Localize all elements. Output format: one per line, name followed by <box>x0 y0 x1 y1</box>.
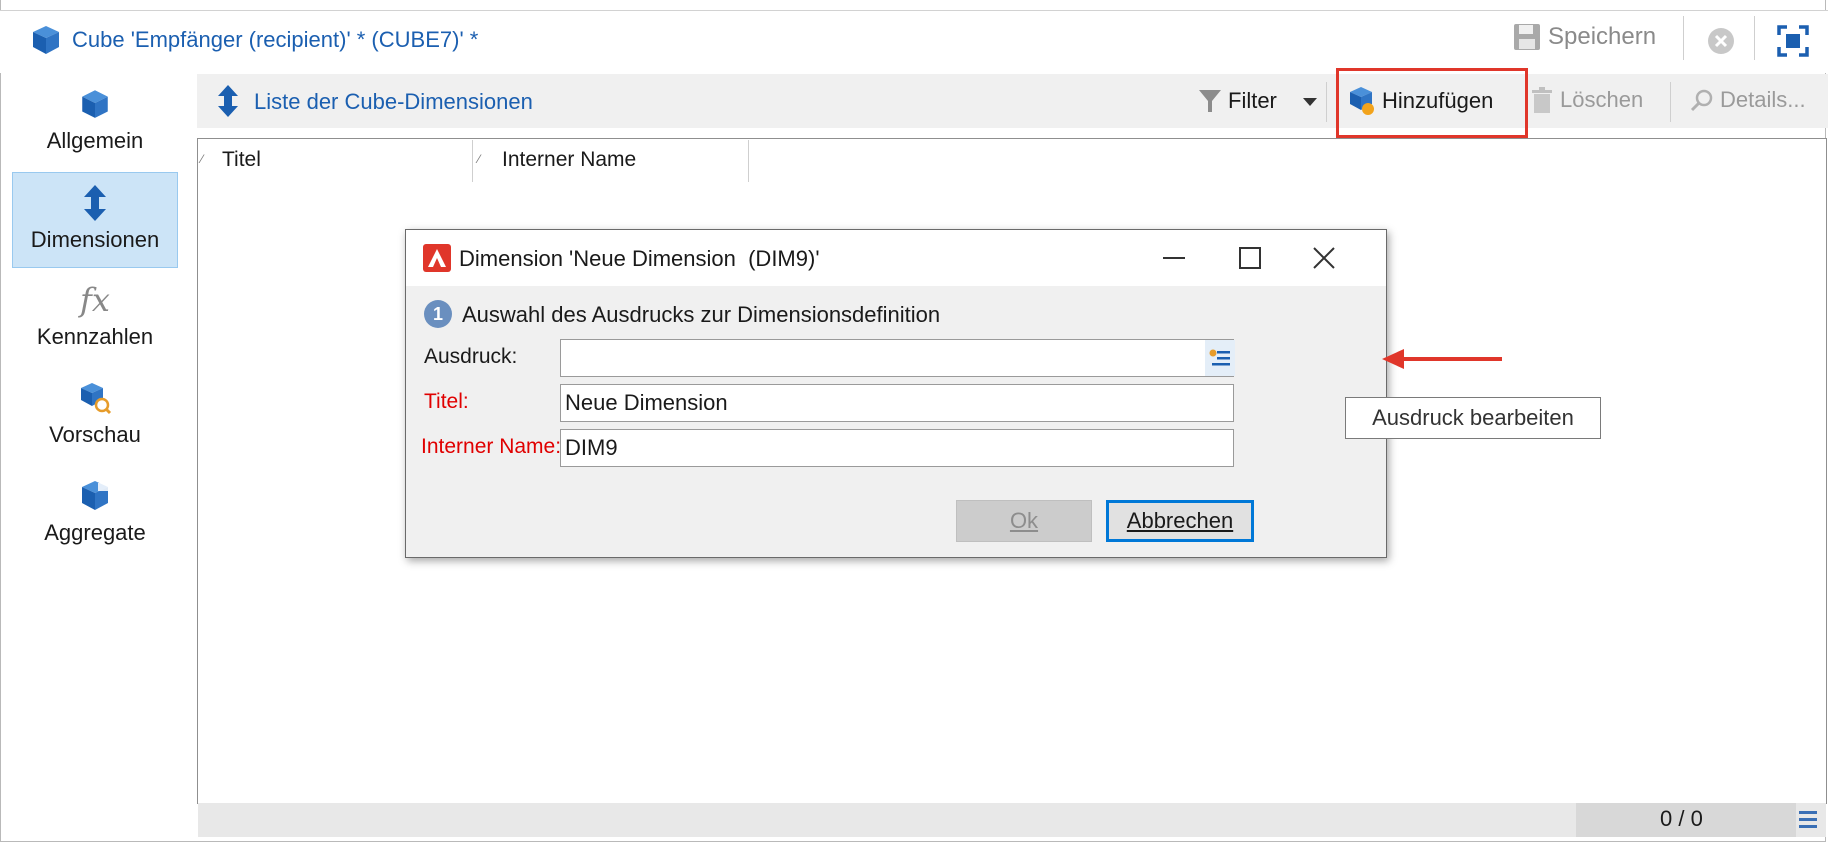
dialog-title: Dimension 'Neue Dimension (DIM9)' <box>459 246 820 271</box>
close-circle-icon[interactable] <box>1706 26 1736 56</box>
add-label: Hinzufügen <box>1382 88 1494 113</box>
chevron-down-icon[interactable] <box>1302 97 1318 107</box>
updown-arrow-icon <box>84 185 106 221</box>
save-button[interactable]: Speichern <box>1512 22 1656 52</box>
maximize-window-icon <box>1239 247 1261 269</box>
maximize-button[interactable] <box>1222 238 1278 278</box>
nav-item-vorschau[interactable]: Vorschau <box>12 378 178 448</box>
cube-aggregate-icon <box>82 481 108 510</box>
nav-item-aggregate[interactable]: Aggregate <box>12 476 178 546</box>
floppy-disk-icon <box>1514 24 1540 50</box>
nav-item-kennzahlen[interactable]: fx Kennzahlen <box>12 280 178 350</box>
toolbar-separator <box>1754 16 1755 60</box>
internal-name-field[interactable]: DIM9 <box>560 429 1234 467</box>
nav-label: Vorschau <box>49 422 141 447</box>
title-label: Titel: <box>424 390 469 413</box>
nav-label: Allgemein <box>46 128 144 153</box>
maximize-icon[interactable] <box>1776 24 1810 58</box>
cube-search-icon <box>81 383 112 415</box>
column-divider[interactable] <box>472 140 473 182</box>
fx-icon: fx <box>80 281 110 319</box>
toolbar-separator <box>1670 82 1671 122</box>
dimension-dialog: Dimension 'Neue Dimension (DIM9)' 1 Ausw… <box>405 229 1387 558</box>
toolbar-separator <box>1683 16 1684 60</box>
record-count: 0 / 0 <box>1660 806 1703 831</box>
nav-item-allgemein[interactable]: Allgemein <box>12 84 178 154</box>
sort-indicator: ⁄ <box>478 152 481 166</box>
delete-label: Löschen <box>1560 87 1644 112</box>
edit-expression-icon <box>1209 349 1230 366</box>
save-button-label: Speichern <box>1548 23 1657 50</box>
nav-label: Dimensionen <box>30 227 160 252</box>
step-number-badge: 1 <box>424 300 452 328</box>
sort-indicator: ⁄ <box>201 152 204 166</box>
list-title: Liste der Cube-Dimensionen <box>254 89 533 114</box>
column-divider[interactable] <box>748 140 749 182</box>
cancel-button[interactable]: Abbrechen <box>1106 500 1254 542</box>
nav-label: Kennzahlen <box>36 324 154 349</box>
updown-arrow-icon <box>218 85 238 117</box>
adobe-app-icon <box>423 244 451 272</box>
minimize-icon <box>1163 257 1185 259</box>
cancel-button-label: Abbrechen <box>1126 508 1234 533</box>
cube-icon <box>82 90 108 118</box>
add-button[interactable]: Hinzufügen <box>1348 86 1493 116</box>
nav-item-dimensionen[interactable]: Dimensionen <box>12 172 178 268</box>
window-title: Cube 'Empfänger (recipient)' * (CUBE7)' … <box>72 27 479 52</box>
search-icon <box>1690 89 1713 112</box>
step-description: Auswahl des Ausdrucks zur Dimensionsdefi… <box>462 302 941 327</box>
ok-button[interactable]: Ok <box>956 500 1092 542</box>
details-label: Details... <box>1720 87 1806 112</box>
column-header-interner-name[interactable]: Interner Name <box>502 148 636 172</box>
filter-funnel-icon <box>1199 90 1221 112</box>
details-button[interactable]: Details... <box>1690 87 1806 113</box>
delete-button[interactable]: Löschen <box>1530 86 1643 114</box>
cube-icon <box>33 26 59 54</box>
menu-icon[interactable] <box>1798 808 1818 830</box>
expression-field[interactable] <box>560 339 1234 377</box>
expression-label: Ausdruck: <box>424 345 518 368</box>
title-field[interactable]: Neue Dimension <box>560 384 1234 422</box>
internal-name-label: Interner Name: <box>421 435 562 458</box>
column-header-titel[interactable]: Titel <box>222 148 261 172</box>
filter-label: Filter <box>1228 88 1277 113</box>
add-dimension-icon <box>1350 87 1374 115</box>
toolbar-separator <box>1326 82 1327 122</box>
tooltip: Ausdruck bearbeiten <box>1345 397 1601 439</box>
annotation-arrow <box>1382 349 1502 369</box>
nav-label: Aggregate <box>44 520 146 545</box>
minimize-button[interactable] <box>1146 238 1202 278</box>
close-icon[interactable] <box>1312 246 1336 270</box>
filter-button[interactable]: Filter <box>1198 88 1277 114</box>
trash-icon <box>1532 87 1552 113</box>
edit-expression-button[interactable] <box>1205 340 1235 376</box>
